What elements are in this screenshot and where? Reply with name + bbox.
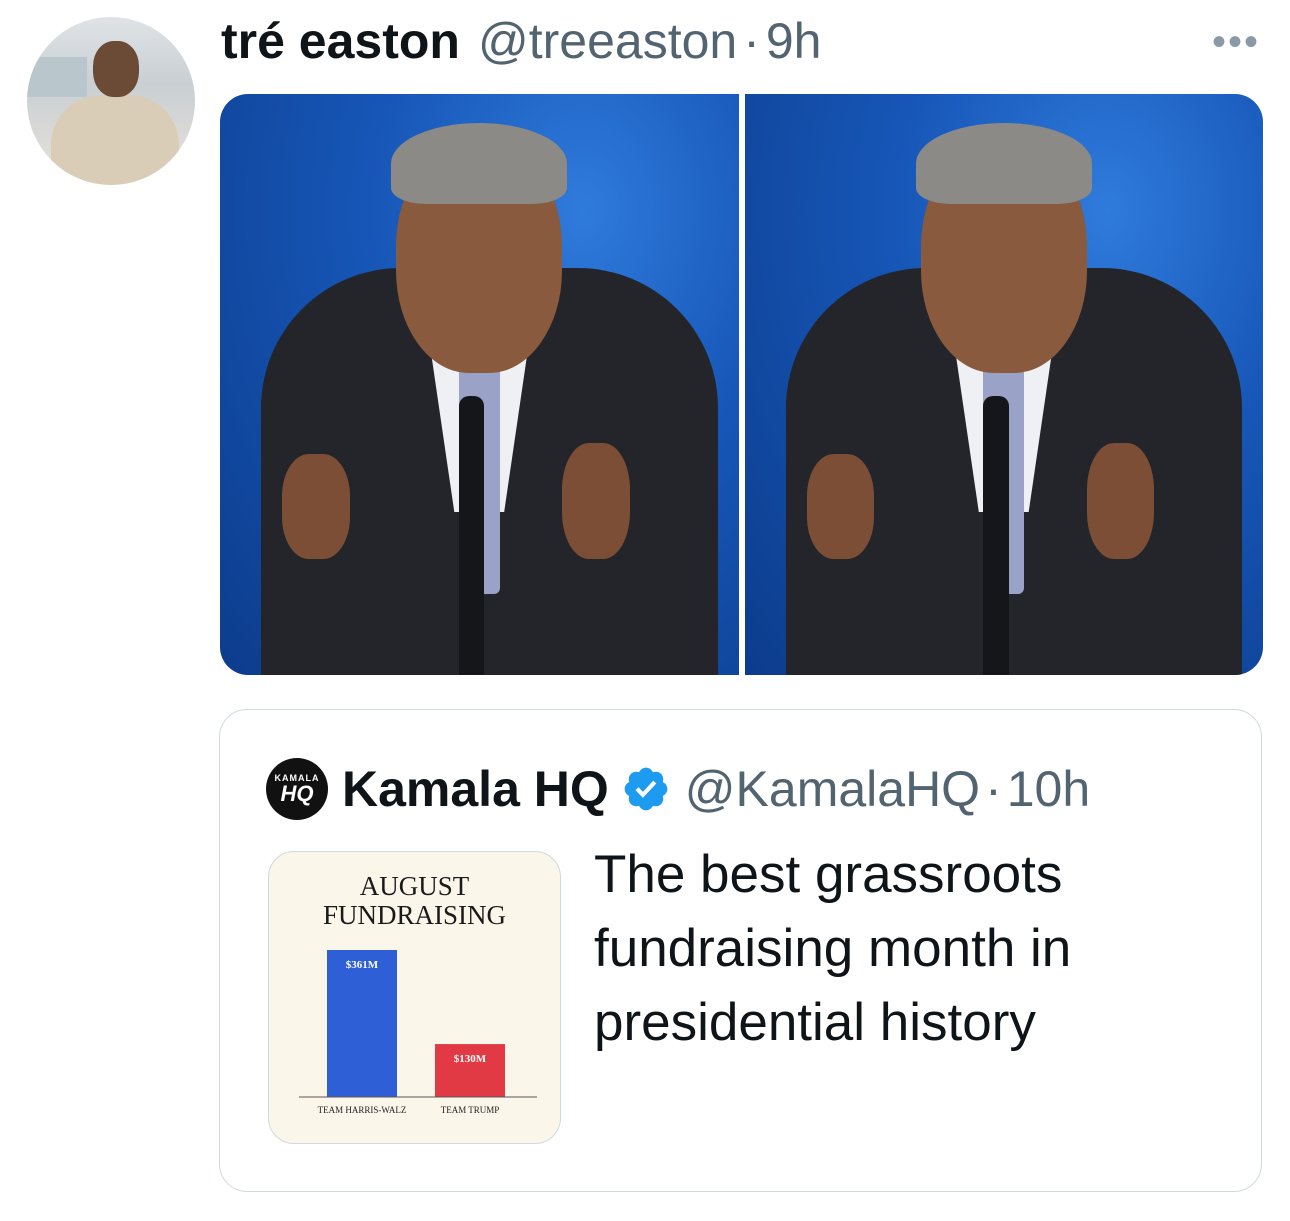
quoted-tweet-text: The best grassroots fundraising month in… xyxy=(594,845,1072,1052)
quoted-media-thumbnail[interactable]: AUGUST FUNDRAISING $361M TEAM HARRIS-WALZ… xyxy=(268,851,561,1144)
tweet-timestamp[interactable]: 9h xyxy=(766,12,822,70)
quoted-author-name[interactable]: Kamala HQ xyxy=(342,760,609,818)
quoted-author-handle[interactable]: @KamalaHQ xyxy=(685,760,980,818)
chart-bar-1 xyxy=(327,950,397,1097)
photo-hand-left xyxy=(282,454,350,559)
photo-microphone xyxy=(458,396,485,675)
more-options-icon[interactable]: ••• xyxy=(1212,20,1260,65)
avatar-background xyxy=(27,57,87,97)
media-photo-left[interactable] xyxy=(220,94,739,675)
chart-category-label-2: TEAM TRUMP xyxy=(441,1105,500,1115)
quoted-tweet-header: KAMALA HQ Kamala HQ @KamalaHQ · 10h xyxy=(266,758,1090,820)
media-photo-right[interactable] xyxy=(744,94,1263,675)
fundraising-bar-chart: $361M TEAM HARRIS-WALZ $130M TEAM TRUMP xyxy=(299,950,537,1115)
verified-badge-icon xyxy=(624,767,668,811)
photo-hair xyxy=(391,123,568,205)
avatar-body xyxy=(51,95,179,185)
separator-dot: · xyxy=(985,761,1002,817)
photo-hair xyxy=(915,123,1092,205)
photo-hand-right xyxy=(562,442,630,559)
author-handle[interactable]: @treeaston xyxy=(478,12,737,70)
chart-category-label-1: TEAM HARRIS-WALZ xyxy=(318,1105,407,1115)
author-avatar[interactable] xyxy=(27,17,195,185)
chart-value-label-2: $130M xyxy=(454,1053,487,1065)
chart-bar-2 xyxy=(435,1044,505,1097)
photo-microphone xyxy=(983,396,1009,675)
photo-hand-right xyxy=(1086,442,1155,559)
avatar-head xyxy=(93,41,139,97)
logo-text-bottom: HQ xyxy=(280,781,314,806)
tweet-media[interactable] xyxy=(220,94,1263,675)
author-name[interactable]: tré easton xyxy=(221,12,460,70)
quoted-tweet[interactable]: KAMALA HQ Kamala HQ @KamalaHQ · 10h AUGU… xyxy=(219,709,1262,1192)
chart-value-label-1: $361M xyxy=(346,959,379,971)
tweet-header: tré easton @treeaston · 9h xyxy=(221,12,821,72)
photo-hand-left xyxy=(806,454,875,559)
quoted-timestamp[interactable]: 10h xyxy=(1007,760,1090,818)
separator-dot: · xyxy=(743,13,760,69)
quoted-author-avatar[interactable]: KAMALA HQ xyxy=(266,758,328,820)
